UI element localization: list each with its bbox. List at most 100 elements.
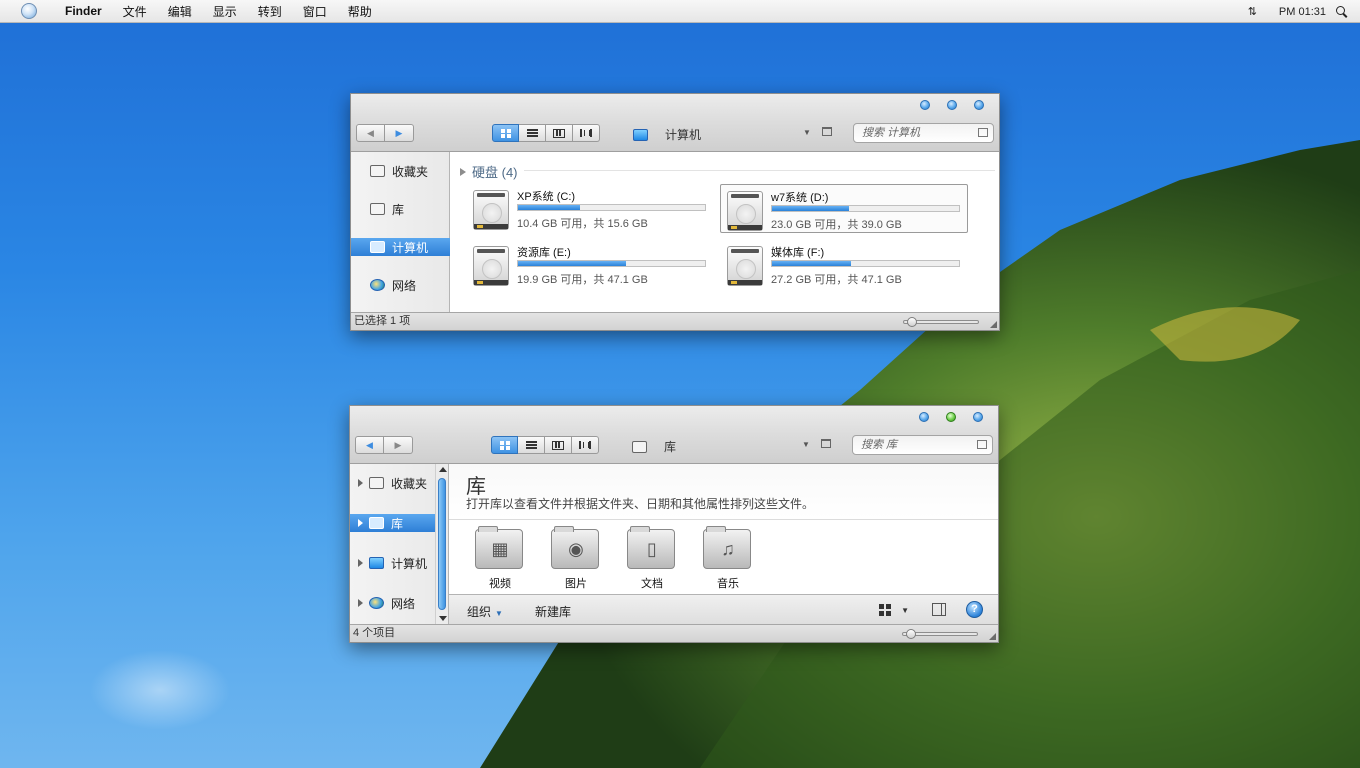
icon-size-slider[interactable]: [902, 629, 978, 639]
location-label: 库: [664, 440, 677, 454]
menu-window[interactable]: 窗口: [303, 3, 327, 20]
sidebar: 收藏夹 库 计算机 网络: [350, 464, 449, 624]
list-icon: [525, 441, 537, 449]
drive-usage-bar: [517, 204, 706, 211]
sync-arrows-icon[interactable]: ⇅: [1248, 5, 1257, 18]
menu-help[interactable]: 帮助: [348, 3, 372, 20]
content-area: 硬盘 (4) XP系统 (C:) 10.4 GB 可用，共 15.6 GB w7…: [450, 152, 999, 312]
resize-grip-icon[interactable]: [990, 321, 997, 328]
sidebar-item-label: 库: [392, 202, 405, 217]
group-title: 硬盘 (4): [472, 165, 518, 180]
menu-clock[interactable]: PM 01:31: [1279, 6, 1326, 18]
hard-drive-icon: [727, 246, 763, 286]
resize-grip-icon[interactable]: [989, 633, 996, 640]
library-icon: [369, 517, 384, 529]
search-options-icon[interactable]: [977, 440, 987, 449]
sidebar-item-library[interactable]: 库: [351, 200, 450, 218]
view-dropdown-icon[interactable]: ▼: [901, 606, 909, 615]
location-path[interactable]: 库: [632, 438, 676, 455]
sidebar-scrollbar[interactable]: [435, 464, 448, 624]
column-view-button[interactable]: [545, 436, 572, 454]
minimize-button[interactable]: [919, 412, 929, 422]
path-toggle-icon[interactable]: [822, 127, 832, 136]
location-dropdown-icon[interactable]: ▼: [803, 128, 811, 137]
sidebar-item-label: 收藏夹: [391, 476, 428, 491]
coverflow-view-button[interactable]: [573, 124, 600, 142]
drive-name: 媒体库 (F:): [771, 247, 825, 259]
forward-button[interactable]: ▶: [384, 436, 413, 454]
path-toggle-icon[interactable]: [821, 439, 831, 448]
apple-menu-icon[interactable]: [21, 3, 37, 19]
search-options-icon[interactable]: [978, 128, 988, 137]
columns-icon: [552, 440, 564, 450]
scroll-thumb[interactable]: [438, 478, 446, 610]
search-input[interactable]: 搜索 计算机: [853, 123, 994, 143]
maximize-button[interactable]: [947, 100, 957, 110]
favorites-icon: [369, 477, 384, 489]
library-folder-videos[interactable]: ▦ 视频: [470, 526, 530, 590]
list-view-button[interactable]: [519, 124, 546, 142]
search-input[interactable]: 搜索 库: [852, 435, 993, 455]
close-button[interactable]: [974, 100, 984, 110]
library-header: 库 打开库以查看文件并根据文件夹、日期和其他属性排列这些文件。: [449, 464, 998, 520]
network-icon: [370, 279, 385, 291]
maximize-button[interactable]: [946, 412, 956, 422]
hard-drive-icon: [473, 246, 509, 286]
icon-view-button[interactable]: [491, 436, 518, 454]
library-folder-pictures[interactable]: ◉ 图片: [546, 526, 606, 590]
menu-app-finder[interactable]: Finder: [65, 4, 102, 18]
location-path[interactable]: 计算机: [633, 126, 701, 143]
drive-item-c[interactable]: XP系统 (C:) 10.4 GB 可用，共 15.6 GB: [467, 184, 715, 233]
slider-knob[interactable]: [906, 629, 916, 639]
preview-pane-icon[interactable]: [932, 603, 946, 616]
status-text: 4 个项目: [353, 627, 396, 639]
icon-view-button[interactable]: [492, 124, 519, 142]
computer-icon: [633, 128, 648, 141]
minimize-button[interactable]: [920, 100, 930, 110]
help-icon[interactable]: ?: [966, 601, 983, 618]
view-grid-icon[interactable]: [879, 604, 892, 616]
menu-edit[interactable]: 编辑: [168, 3, 192, 20]
back-button[interactable]: ◀: [356, 124, 385, 142]
sidebar-item-library[interactable]: 库: [350, 514, 435, 532]
icon-size-slider[interactable]: [903, 317, 979, 327]
sidebar-item-label: 网络: [391, 596, 416, 611]
menu-go[interactable]: 转到: [258, 3, 282, 20]
organize-button[interactable]: 组织 ▼: [467, 603, 503, 620]
library-folder-music[interactable]: ♫ 音乐: [698, 526, 758, 590]
list-view-button[interactable]: [518, 436, 545, 454]
drive-item-e[interactable]: 资源库 (E:) 19.9 GB 可用，共 47.1 GB: [467, 240, 715, 289]
library-folder-documents[interactable]: ▯ 文档: [622, 526, 682, 590]
drive-usage-bar: [771, 205, 960, 212]
sidebar-item-favorites[interactable]: 收藏夹: [351, 162, 450, 180]
expand-triangle-icon[interactable]: [358, 599, 363, 607]
group-header[interactable]: 硬盘 (4): [460, 162, 518, 181]
back-button[interactable]: ◀: [355, 436, 384, 454]
menu-file[interactable]: 文件: [123, 3, 147, 20]
drive-name: w7系统 (D:): [771, 192, 829, 204]
favorites-icon: [370, 165, 385, 177]
column-view-button[interactable]: [546, 124, 573, 142]
grid-icon: [500, 128, 511, 138]
close-button[interactable]: [973, 412, 983, 422]
drive-info: 27.2 GB 可用，共 47.1 GB: [771, 274, 902, 286]
drive-item-f[interactable]: 媒体库 (F:) 27.2 GB 可用，共 47.1 GB: [721, 240, 969, 289]
menu-bar: Finder 文件 编辑 显示 转到 窗口 帮助 ⇅ PM 01:31: [0, 0, 1360, 23]
sidebar-item-computer[interactable]: 计算机: [351, 238, 450, 256]
slider-knob[interactable]: [907, 317, 917, 327]
scroll-down-icon[interactable]: [439, 616, 447, 621]
drive-item-d[interactable]: w7系统 (D:) 23.0 GB 可用，共 39.0 GB: [720, 184, 968, 233]
drive-info: 19.9 GB 可用，共 47.1 GB: [517, 274, 648, 286]
forward-button[interactable]: ▶: [385, 124, 414, 142]
location-dropdown-icon[interactable]: ▼: [802, 440, 810, 449]
expand-triangle-icon[interactable]: [358, 559, 363, 567]
menu-view[interactable]: 显示: [213, 3, 237, 20]
expand-triangle-icon[interactable]: [358, 479, 363, 487]
sidebar-item-network[interactable]: 网络: [351, 276, 450, 294]
expand-triangle-icon[interactable]: [358, 519, 363, 527]
coverflow-view-button[interactable]: [572, 436, 599, 454]
new-library-button[interactable]: 新建库: [535, 603, 571, 620]
spotlight-search-icon[interactable]: [1336, 5, 1348, 18]
scroll-up-icon[interactable]: [439, 467, 447, 472]
document-icon: ▯: [627, 526, 675, 569]
